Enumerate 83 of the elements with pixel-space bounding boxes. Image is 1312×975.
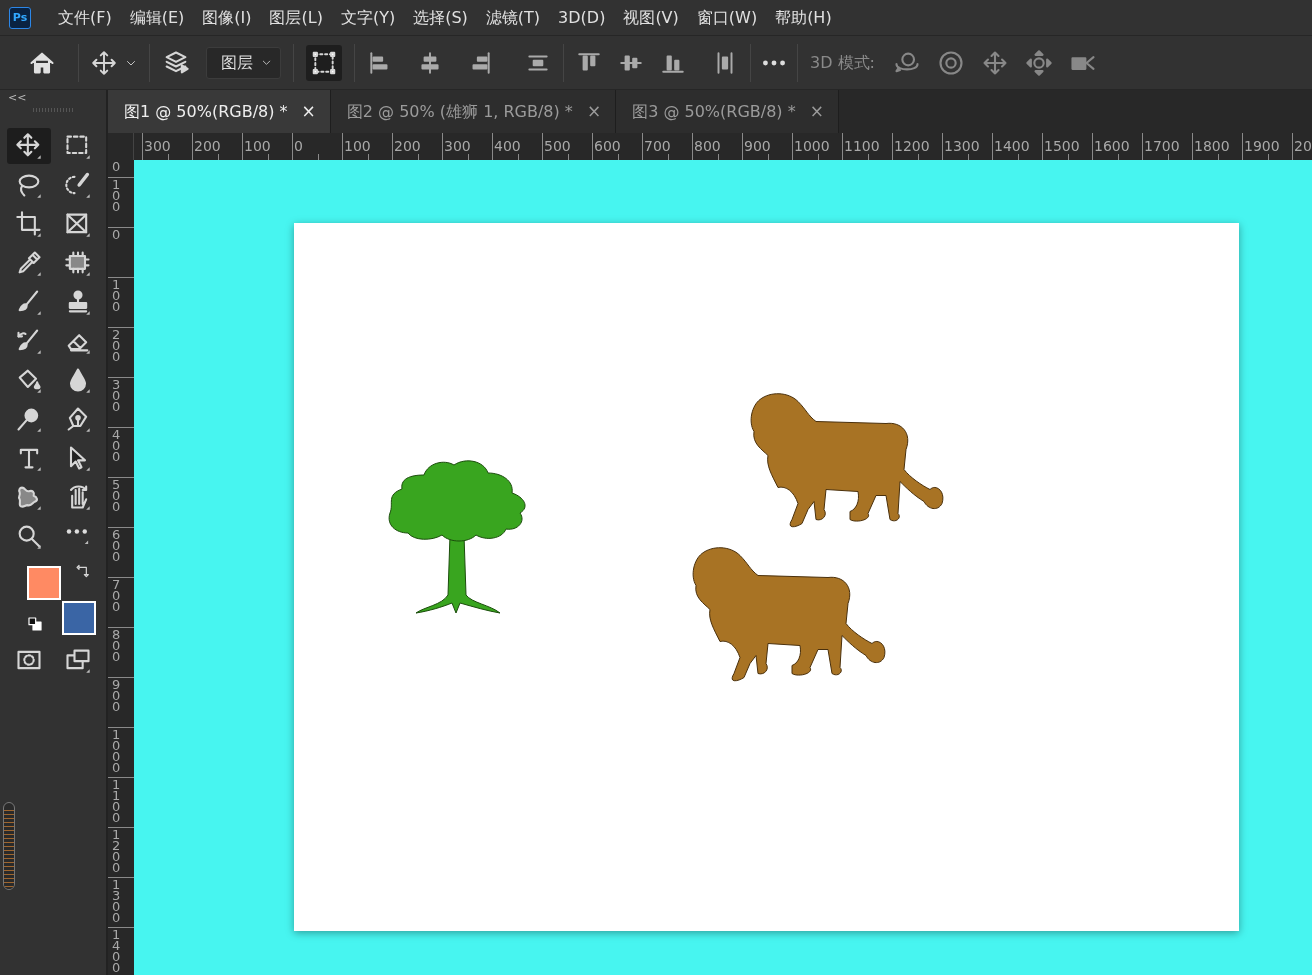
ruler-label: 1500 xyxy=(1044,138,1080,154)
ruler-label: 0 xyxy=(112,229,122,240)
ruler-label: 1000 xyxy=(794,138,830,154)
menu-item[interactable]: 选择(S) xyxy=(404,5,477,30)
ruler-label: 900 xyxy=(112,679,122,712)
document-tab[interactable]: 图1 @ 50%(RGB/8) * × xyxy=(108,90,331,133)
ruler-label: 600 xyxy=(112,529,122,562)
menu-item[interactable]: 文字(Y) xyxy=(331,5,405,30)
document-tab[interactable]: 图2 @ 50% (雄狮 1, RGB/8) * × xyxy=(330,90,617,133)
document-tab[interactable]: 图3 @ 50%(RGB/8) * × xyxy=(616,90,839,133)
ruler-label: 1300 xyxy=(112,879,122,923)
chip-icon xyxy=(64,249,92,277)
menu-item[interactable]: 编辑(E) xyxy=(120,5,194,30)
collapse-toggle[interactable]: << xyxy=(0,90,106,108)
ruler-label: 1100 xyxy=(844,138,880,154)
menu-item[interactable]: 窗口(W) xyxy=(687,5,767,30)
ruler-label: 1800 xyxy=(1194,138,1230,154)
panel-grip[interactable] xyxy=(33,108,73,112)
caret-icon[interactable] xyxy=(261,57,272,68)
tab-label[interactable]: 图2 @ 50% (雄狮 1, RGB/8) * xyxy=(346,99,573,124)
menu-item[interactable]: 滤镜(T) xyxy=(476,5,550,30)
ruler-label: 500 xyxy=(112,479,122,512)
ruler-label: 1000 xyxy=(112,729,122,773)
close-button[interactable]: × xyxy=(301,98,316,125)
background-color-swatch[interactable] xyxy=(62,601,96,635)
ruler-label: 800 xyxy=(112,629,122,662)
tool-button[interactable] xyxy=(7,128,51,164)
ruler-label: 1200 xyxy=(112,829,122,873)
foreground-color-swatch[interactable] xyxy=(27,566,61,600)
ruler-label: 0 xyxy=(112,161,122,172)
menu-item[interactable]: 图像(I) xyxy=(193,5,261,30)
close-button[interactable]: × xyxy=(809,98,824,125)
slide-icon[interactable] xyxy=(1025,48,1053,77)
ruler-label: 100 xyxy=(244,138,271,154)
ruler-label: 600 xyxy=(594,138,621,154)
ruler-label: 1900 xyxy=(1244,138,1280,154)
tab-label[interactable]: 图1 @ 50%(RGB/8) * xyxy=(124,99,288,124)
ruler-label: 1400 xyxy=(994,138,1030,154)
app-logo[interactable]: Ps xyxy=(9,6,31,29)
tab-label[interactable]: 图3 @ 50%(RGB/8) * xyxy=(632,99,796,124)
ruler-label: 200 xyxy=(394,138,421,154)
history-brush-icon xyxy=(15,327,43,355)
ruler-label: 1300 xyxy=(944,138,980,154)
ruler-label: 300 xyxy=(112,379,122,412)
roll-icon[interactable] xyxy=(937,48,965,77)
ruler-label: 300 xyxy=(144,138,171,154)
crop-icon xyxy=(15,210,43,238)
ruler-label: 700 xyxy=(644,138,671,154)
menu-item[interactable]: 3D(D) xyxy=(549,5,615,30)
ruler-label: 100 xyxy=(112,279,122,312)
ruler-label: 700 xyxy=(112,579,122,612)
move-icon[interactable] xyxy=(91,49,117,76)
ruler-label: 300 xyxy=(444,138,471,154)
ruler-label: 1400 xyxy=(112,929,122,973)
more-icon xyxy=(66,527,90,545)
ruler-label: 1600 xyxy=(1094,138,1130,154)
ruler-label: 100 xyxy=(112,179,122,212)
ruler-label: 1200 xyxy=(894,138,930,154)
ruler-label: 400 xyxy=(494,138,521,154)
menu-item[interactable]: 图层(L) xyxy=(260,5,332,30)
quick-selection-icon xyxy=(64,171,92,199)
ruler-label: 200 xyxy=(112,329,122,362)
default-colors-icon[interactable] xyxy=(27,616,43,632)
scrubber-slider[interactable] xyxy=(3,802,15,890)
mode-label: 3D 模式: xyxy=(810,51,875,74)
ruler-label: 500 xyxy=(544,138,571,154)
menu-item[interactable]: 视图(V) xyxy=(614,5,688,30)
ruler-label: 800 xyxy=(694,138,721,154)
layer-select[interactable]: 图层 xyxy=(206,46,281,79)
swap-arrows-icon[interactable] xyxy=(75,564,91,580)
menu-item[interactable]: 文件(F) xyxy=(49,5,121,30)
ruler-label: 1700 xyxy=(1144,138,1180,154)
ruler-label: 900 xyxy=(744,138,771,154)
ruler-label: 20 xyxy=(1294,138,1312,154)
move-tool-icon xyxy=(15,132,43,160)
ruler-label: 0 xyxy=(294,138,303,154)
menu-item[interactable]: 帮助(H) xyxy=(766,5,841,30)
more-icon[interactable] xyxy=(763,59,785,66)
ruler-label: 100 xyxy=(344,138,371,154)
ruler-label: 200 xyxy=(194,138,221,154)
close-button[interactable]: × xyxy=(586,98,602,125)
ruler-label: 400 xyxy=(112,429,122,462)
ruler-label: 1100 xyxy=(112,779,122,823)
